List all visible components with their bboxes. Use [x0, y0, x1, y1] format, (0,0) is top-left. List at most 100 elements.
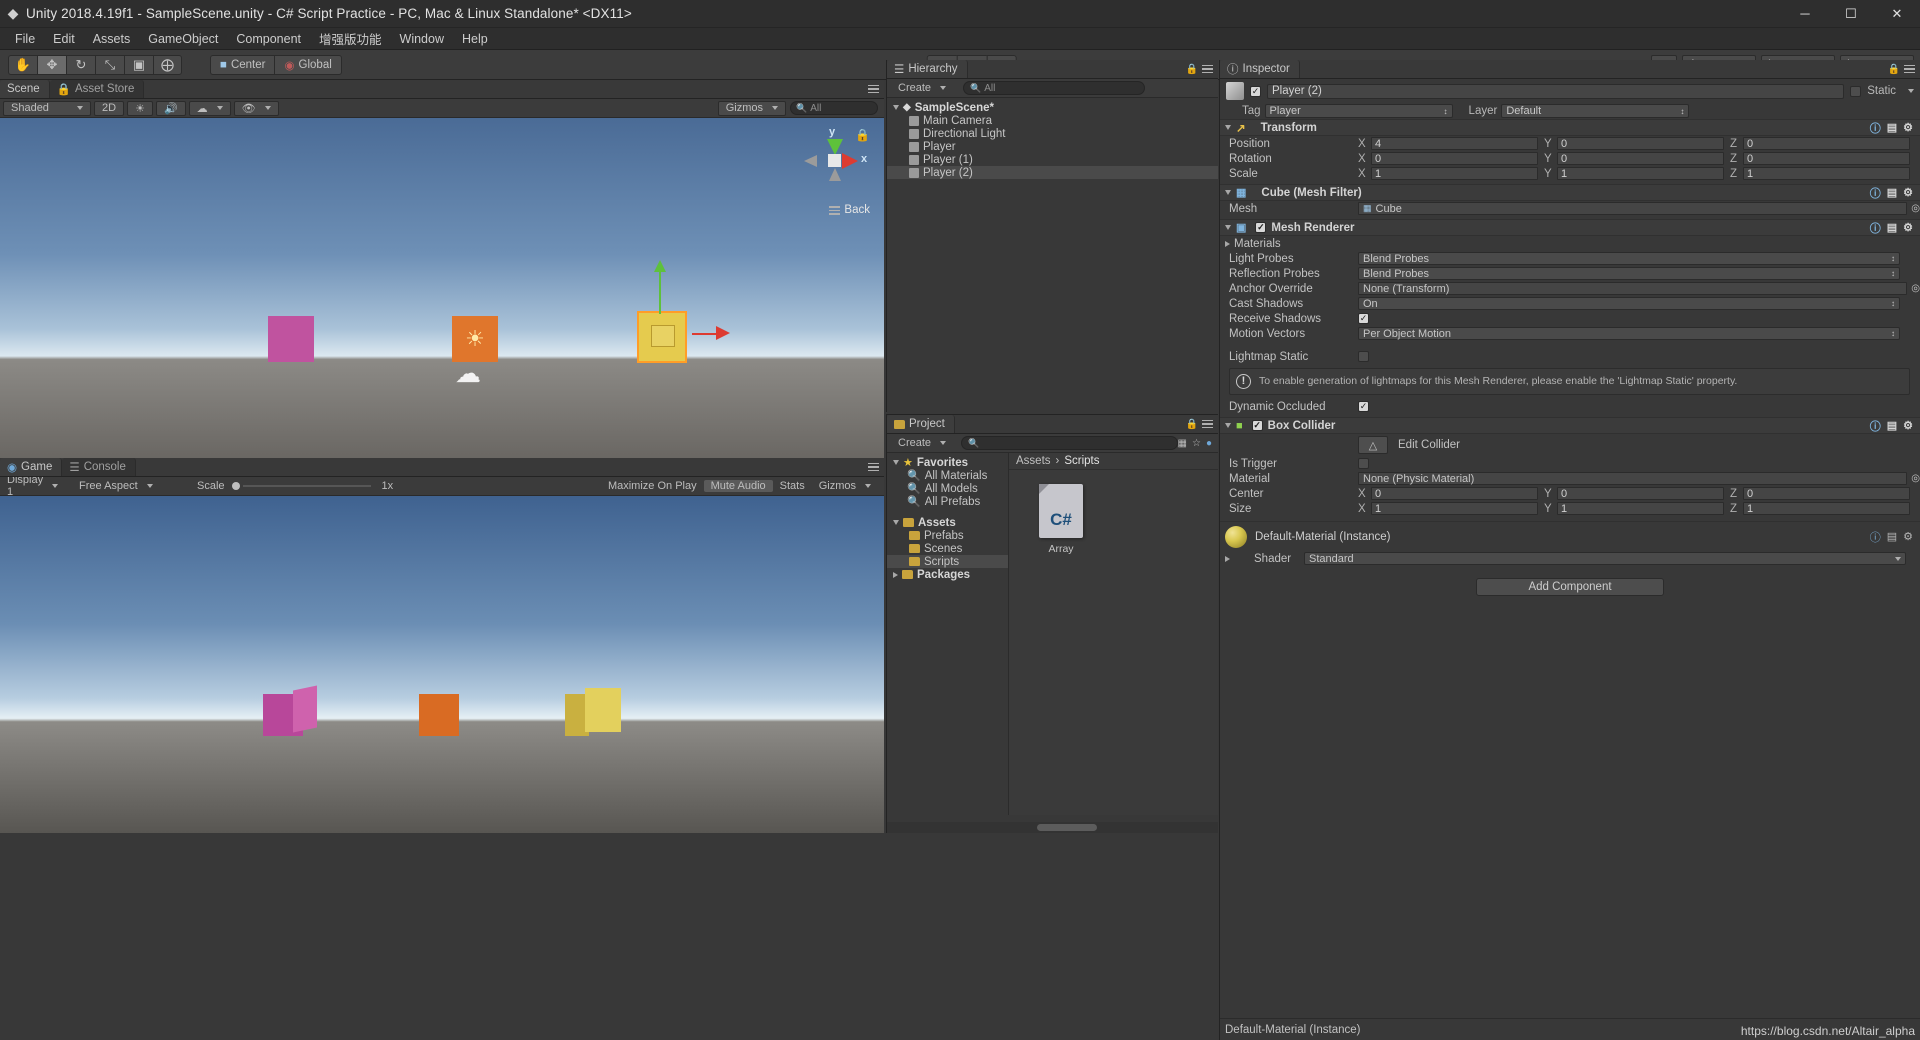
inspector-options-icon[interactable]: [1904, 63, 1915, 76]
game-viewport[interactable]: [0, 496, 884, 833]
scene-audio-toggle[interactable]: 🔊: [155, 100, 186, 116]
scale-z-input[interactable]: 1: [1743, 167, 1910, 180]
scene-object-cube-orange[interactable]: ☀: [452, 316, 498, 362]
static-dropdown-icon[interactable]: [1908, 89, 1914, 93]
maximize-button[interactable]: ☐: [1828, 0, 1874, 28]
hierarchy-item-main-camera[interactable]: Main Camera: [887, 114, 1218, 127]
project-tree-scenes[interactable]: Scenes: [887, 542, 1008, 555]
component-header-mesh-renderer[interactable]: ▣ ✓ Mesh Renderer ⓘ ▤ ⚙: [1220, 219, 1920, 236]
scene-gizmos-dropdown[interactable]: Gizmos: [717, 100, 786, 116]
scene-search-input[interactable]: 🔍 All: [790, 101, 878, 115]
tab-asset-store[interactable]: 🔒 Asset Store: [49, 80, 145, 98]
position-x-input[interactable]: 4: [1371, 137, 1538, 150]
lock-icon[interactable]: 🔒: [1888, 64, 1900, 75]
display-dropdown[interactable]: Display 1: [0, 474, 62, 498]
game-gizmos-dropdown[interactable]: Gizmos: [812, 480, 878, 492]
physic-material-object-field[interactable]: None (Physic Material): [1358, 472, 1908, 485]
scale-tool-icon[interactable]: ⤡: [95, 54, 124, 75]
size-y-input[interactable]: 1: [1557, 502, 1724, 515]
chevron-right-icon[interactable]: [893, 571, 898, 578]
tab-project[interactable]: Project: [887, 415, 955, 433]
motion-vectors-dropdown[interactable]: Per Object Motion ↕: [1358, 327, 1900, 340]
dynamic-occluded-checkbox[interactable]: ✓: [1358, 401, 1369, 412]
component-header-transform[interactable]: ↗ Transform ⓘ ▤ ⚙: [1220, 119, 1920, 136]
chevron-down-icon[interactable]: [1225, 423, 1231, 428]
project-label-icon[interactable]: ●: [1206, 438, 1212, 449]
scale-slider-handle[interactable]: [231, 482, 240, 490]
tab-scene[interactable]: Scene: [0, 80, 50, 98]
gear-icon[interactable]: ⚙: [1903, 221, 1913, 234]
project-tree-prefabs[interactable]: Prefabs: [887, 529, 1008, 542]
scale-slider-group[interactable]: Scale 1x: [190, 480, 400, 492]
scene-view-menu-icon[interactable]: [829, 204, 841, 217]
light-probes-dropdown[interactable]: Blend Probes ↕: [1358, 252, 1900, 265]
hierarchy-item-directional-light[interactable]: Directional Light: [887, 127, 1218, 140]
gameobject-name-input[interactable]: Player (2): [1267, 83, 1845, 99]
shading-mode-dropdown[interactable]: Shaded: [3, 100, 91, 116]
project-tree-all-prefabs[interactable]: 🔍 All Prefabs: [887, 495, 1008, 509]
physic-material-picker-icon[interactable]: ◎: [1911, 473, 1920, 484]
lock-icon[interactable]: 🔒: [1186, 419, 1198, 430]
hierarchy-item-player-2[interactable]: Player (2): [887, 166, 1218, 179]
gizmo-cone-y[interactable]: [827, 139, 843, 155]
stats-button[interactable]: Stats: [773, 480, 812, 492]
chevron-down-icon[interactable]: [1225, 225, 1231, 230]
scale-slider-track[interactable]: [242, 485, 371, 487]
project-tree-scripts[interactable]: Scripts: [887, 555, 1008, 568]
cast-shadows-dropdown[interactable]: On ↕: [1358, 297, 1900, 310]
center-x-input[interactable]: 0: [1371, 487, 1538, 500]
project-create-dropdown[interactable]: Create: [891, 437, 953, 449]
menu-help[interactable]: Help: [453, 30, 497, 48]
rotation-x-input[interactable]: 0: [1371, 152, 1538, 165]
tag-dropdown[interactable]: Player ↕: [1264, 104, 1453, 118]
menu-enhanced-features[interactable]: 增强版功能: [310, 27, 391, 50]
preset-icon[interactable]: ▤: [1887, 419, 1897, 432]
mesh-renderer-enabled-checkbox[interactable]: ✓: [1255, 222, 1267, 233]
help-icon[interactable]: ⓘ: [1870, 418, 1881, 434]
size-z-input[interactable]: 1: [1743, 502, 1910, 515]
preset-icon[interactable]: ▤: [1887, 530, 1897, 543]
hierarchy-search-input[interactable]: 🔍 All: [963, 81, 1146, 95]
project-options-icon[interactable]: [1202, 418, 1213, 431]
help-icon[interactable]: ⓘ: [1870, 220, 1881, 236]
rotation-y-input[interactable]: 0: [1557, 152, 1724, 165]
tab-hierarchy[interactable]: ☰ Hierarchy: [887, 60, 968, 78]
gear-icon[interactable]: ⚙: [1903, 121, 1913, 134]
static-checkbox[interactable]: [1850, 85, 1862, 97]
preset-icon[interactable]: ▤: [1887, 186, 1897, 199]
gizmo-axis-x-arrow[interactable]: [692, 333, 718, 335]
pivot-mode-button[interactable]: ■ Center: [210, 54, 275, 75]
rotate-tool-icon[interactable]: ↻: [66, 54, 95, 75]
position-y-input[interactable]: 0: [1557, 137, 1724, 150]
help-icon[interactable]: ⓘ: [1870, 120, 1881, 136]
mute-audio-button[interactable]: Mute Audio: [703, 480, 773, 492]
minimize-button[interactable]: ─: [1782, 0, 1828, 28]
hand-tool-icon[interactable]: ✋: [8, 54, 37, 75]
project-tree-all-models[interactable]: 🔍 All Models: [887, 482, 1008, 496]
edit-collider-button[interactable]: △: [1358, 436, 1388, 454]
position-z-input[interactable]: 0: [1743, 137, 1910, 150]
aspect-dropdown[interactable]: Free Aspect: [72, 480, 190, 492]
hierarchy-create-dropdown[interactable]: Create: [891, 82, 953, 94]
gizmo-axis-y-arrow[interactable]: [659, 268, 661, 314]
tab-inspector[interactable]: ⓘ Inspector: [1220, 60, 1300, 78]
component-header-box-collider[interactable]: ■ ✓ Box Collider ⓘ ▤ ⚙: [1220, 417, 1920, 434]
chevron-down-icon[interactable]: [1225, 125, 1231, 130]
mesh-object-field[interactable]: ▦ Cube: [1358, 202, 1908, 215]
hierarchy-options-icon[interactable]: [1202, 63, 1213, 76]
breadcrumb-assets[interactable]: Assets: [1016, 455, 1051, 467]
preset-icon[interactable]: ▤: [1887, 121, 1897, 134]
help-icon[interactable]: ⓘ: [1870, 185, 1881, 201]
receive-shadows-checkbox[interactable]: ✓: [1358, 313, 1369, 324]
gear-icon[interactable]: ⚙: [1903, 186, 1913, 199]
menu-file[interactable]: File: [6, 30, 44, 48]
project-favorite-icon[interactable]: ☆: [1192, 438, 1201, 449]
gizmo-axis-y-head[interactable]: [654, 260, 666, 272]
help-icon[interactable]: ⓘ: [1870, 529, 1881, 545]
gizmo-axis-x-head[interactable]: [716, 326, 730, 340]
scale-x-input[interactable]: 1: [1371, 167, 1538, 180]
menu-component[interactable]: Component: [227, 30, 310, 48]
chevron-down-icon[interactable]: [893, 105, 899, 110]
mesh-picker-icon[interactable]: ◎: [1911, 203, 1920, 214]
project-tree-assets[interactable]: Assets: [887, 516, 1008, 529]
